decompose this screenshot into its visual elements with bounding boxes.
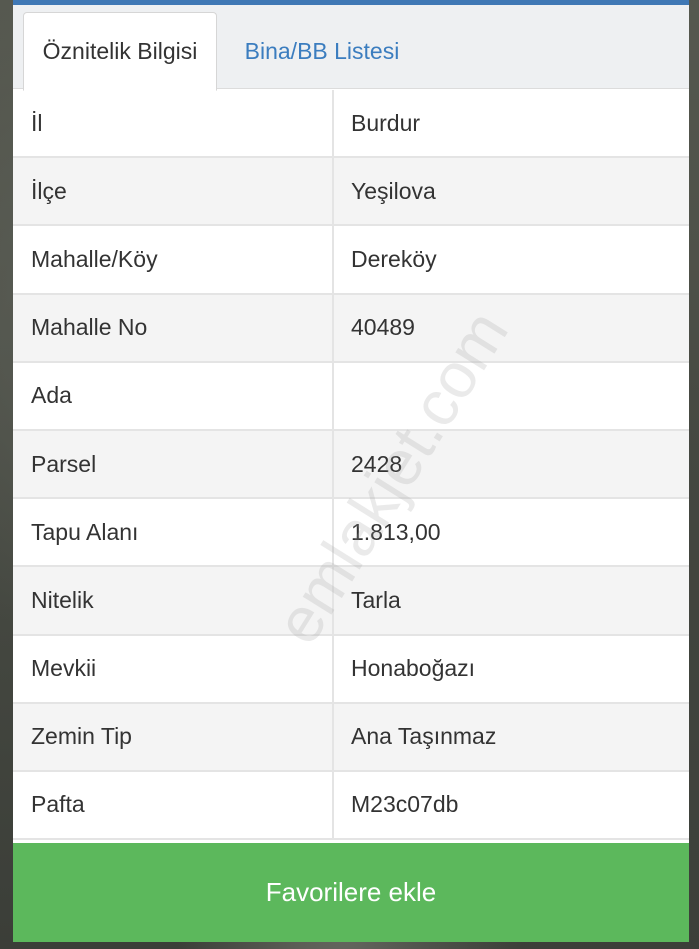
row-value: Tarla <box>351 586 401 613</box>
row-value: Ana Taşınmaz <box>351 723 497 750</box>
attribute-panel: Öznitelik Bilgisi Bina/BB Listesi İl Bur… <box>13 0 689 942</box>
row-value: 40489 <box>351 314 415 341</box>
table-row: Pafta M23c07db <box>13 771 689 841</box>
row-value: Yeşilova <box>351 177 436 204</box>
table-row: Nitelik Tarla <box>13 567 689 636</box>
add-to-favorites-button[interactable]: Favorilere ekle <box>13 843 689 942</box>
tab-building-list[interactable]: Bina/BB Listesi <box>227 12 417 90</box>
row-key: Mahalle/Köy <box>13 226 334 293</box>
table-row: Tapu Alanı 1.813,00 <box>13 499 689 568</box>
table-row: Mahalle No 40489 <box>13 294 689 363</box>
table-row: Mevkii Honaboğazı <box>13 635 689 704</box>
row-value: Dereköy <box>351 245 437 272</box>
row-value <box>334 363 689 429</box>
row-value: Burdur <box>351 109 421 136</box>
row-value: 1.813,00 <box>351 518 441 545</box>
row-value: Honaboğazı <box>351 655 476 682</box>
row-value: M23c07db <box>351 791 459 818</box>
row-key: Parsel <box>13 430 334 498</box>
attribute-table: İl Burdur İlçe Yeşilova Mahalle/Köy Dere… <box>13 90 689 841</box>
table-row: İl Burdur <box>13 90 689 159</box>
table-row: Zemin Tip Ana Taşınmaz <box>13 703 689 772</box>
tab-bar: Öznitelik Bilgisi Bina/BB Listesi <box>13 5 689 91</box>
row-key: İl <box>13 90 334 157</box>
row-key: Nitelik <box>13 567 334 634</box>
row-key: Pafta <box>13 771 334 839</box>
tab-attribute-info[interactable]: Öznitelik Bilgisi <box>23 12 217 91</box>
table-row: Ada <box>13 362 689 431</box>
table-row: Mahalle/Köy Dereköy <box>13 226 689 295</box>
row-key: Mahalle No <box>13 294 334 361</box>
table-row: Parsel 2428 <box>13 430 689 500</box>
table-row: İlçe Yeşilova <box>13 158 689 227</box>
row-key: Mevkii <box>13 635 334 702</box>
row-key: Tapu Alanı <box>13 499 334 566</box>
row-key: Ada <box>13 362 334 429</box>
row-key: İlçe <box>13 158 334 225</box>
row-key: Zemin Tip <box>13 703 334 770</box>
row-value: 2428 <box>351 450 403 477</box>
